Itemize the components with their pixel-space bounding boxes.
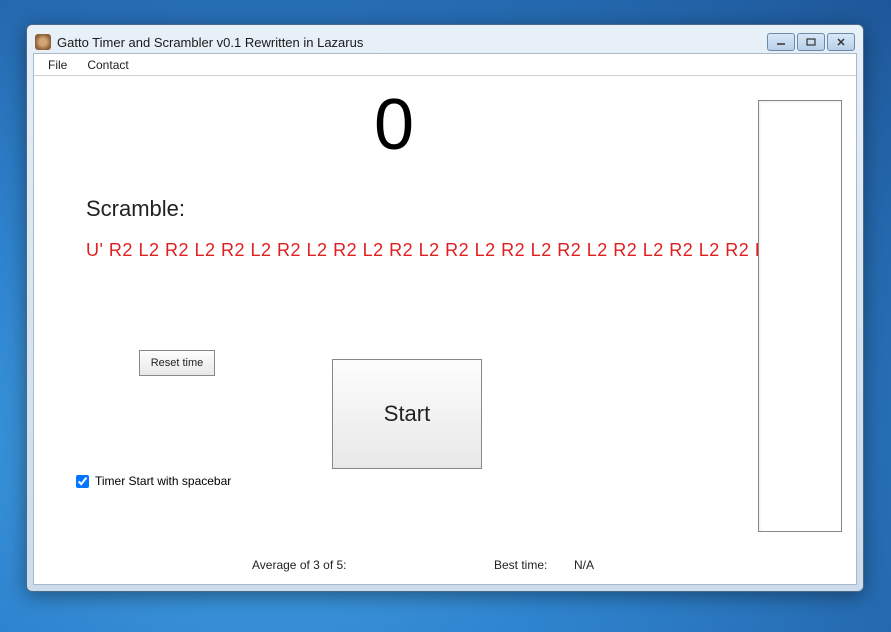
close-button[interactable] bbox=[827, 33, 855, 51]
scramble-label: Scramble: bbox=[86, 196, 185, 222]
scramble-sequence: U' R2 L2 R2 L2 R2 L2 R2 L2 R2 L2 R2 L2 R… bbox=[86, 240, 776, 261]
window-title: Gatto Timer and Scrambler v0.1 Rewritten… bbox=[57, 35, 767, 50]
average-label: Average of 3 of 5: bbox=[252, 558, 347, 572]
app-icon bbox=[35, 34, 51, 50]
history-listbox[interactable] bbox=[758, 100, 842, 532]
menubar: File Contact bbox=[34, 54, 856, 76]
menu-file[interactable]: File bbox=[38, 55, 77, 75]
best-time-value: N/A bbox=[574, 558, 594, 572]
reset-time-button[interactable]: Reset time bbox=[139, 350, 215, 376]
spacebar-checkbox-row[interactable]: Timer Start with spacebar bbox=[76, 474, 231, 488]
main-content: 0 Scramble: U' R2 L2 R2 L2 R2 L2 R2 L2 R… bbox=[34, 76, 856, 584]
menu-contact[interactable]: Contact bbox=[77, 55, 138, 75]
timer-display: 0 bbox=[34, 84, 754, 166]
window-controls bbox=[767, 33, 855, 51]
start-button[interactable]: Start bbox=[332, 359, 482, 469]
maximize-button[interactable] bbox=[797, 33, 825, 51]
minimize-button[interactable] bbox=[767, 33, 795, 51]
spacebar-checkbox[interactable] bbox=[76, 475, 89, 488]
best-time-label: Best time: bbox=[494, 558, 547, 572]
titlebar[interactable]: Gatto Timer and Scrambler v0.1 Rewritten… bbox=[33, 31, 857, 53]
app-window: Gatto Timer and Scrambler v0.1 Rewritten… bbox=[26, 24, 864, 592]
client-area: File Contact 0 Scramble: U' R2 L2 R2 L2 … bbox=[33, 53, 857, 585]
spacebar-checkbox-label: Timer Start with spacebar bbox=[95, 474, 231, 488]
